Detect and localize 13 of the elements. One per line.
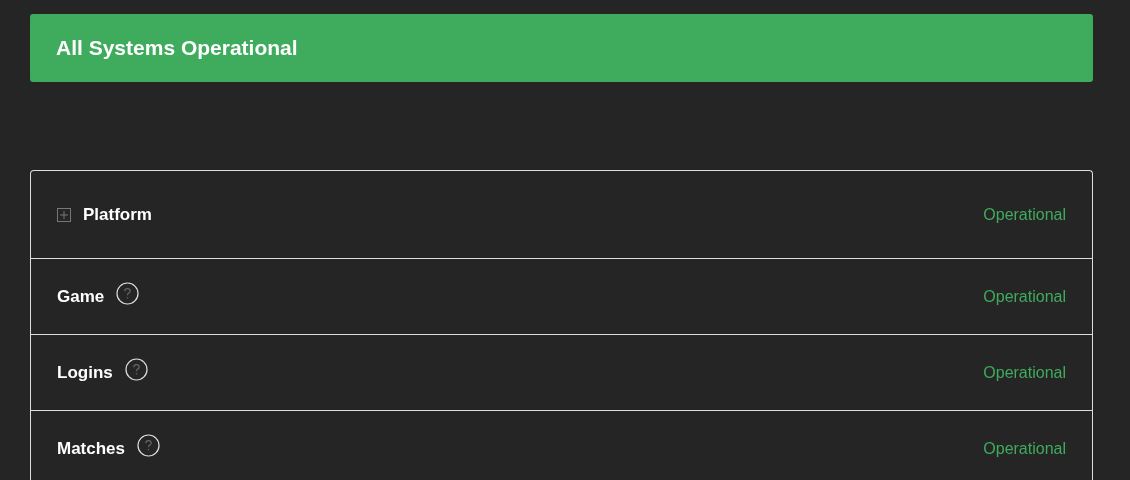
status-label: Operational <box>983 287 1066 306</box>
help-icon[interactable] <box>137 434 161 457</box>
banner-title: All Systems Operational <box>56 36 298 60</box>
expand-icon[interactable] <box>57 207 71 222</box>
status-label: Operational <box>983 363 1066 382</box>
component-name: Platform <box>83 204 152 225</box>
help-icon[interactable] <box>124 358 148 381</box>
component-name: Logins <box>57 362 113 383</box>
component-name: Matches <box>57 438 126 459</box>
status-label: Operational <box>983 439 1066 458</box>
status-label: Operational <box>983 205 1066 224</box>
component-name: Game <box>57 286 105 307</box>
help-icon[interactable] <box>116 282 140 305</box>
